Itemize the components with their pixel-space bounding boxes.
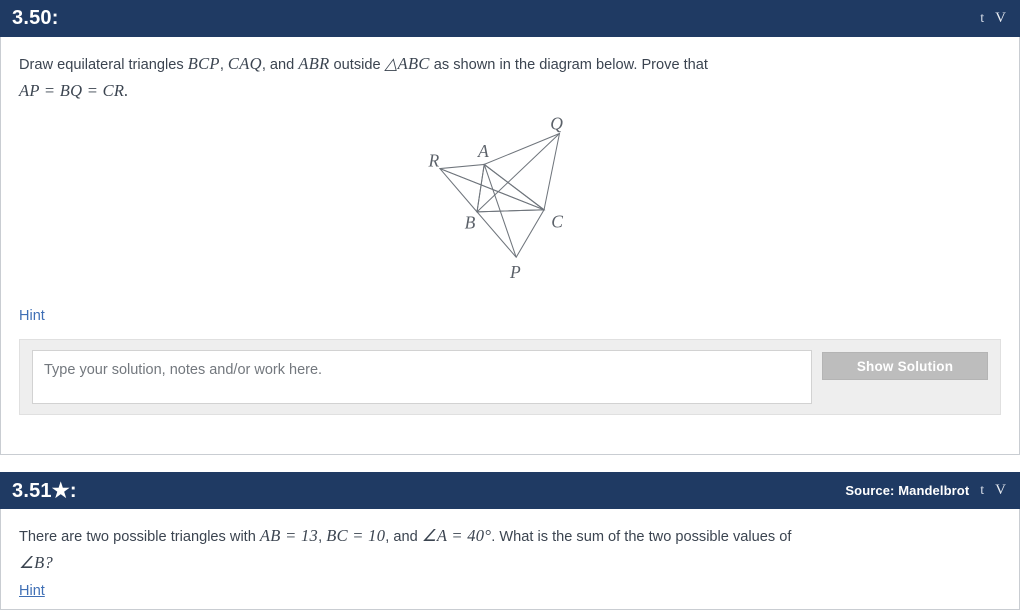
geometry-diagram-wrap: Q R A B C P <box>19 117 1001 282</box>
report-icon[interactable]: t <box>980 483 984 498</box>
problem-header-350: 3.50: t V <box>0 0 1020 37</box>
problem-card-350: 3.50: t V Draw equilateral triangles BCP… <box>0 0 1020 455</box>
problem-header-actions-351: Source: Mandelbrot t V <box>845 483 1006 499</box>
vertex-label-q: Q <box>550 117 563 133</box>
vertex-label-r: R <box>428 151 440 171</box>
vertex-label-p: P <box>509 262 521 282</box>
statement-text-part-1: Draw equilateral triangles <box>19 57 188 73</box>
statement351-part-1: There are two possible triangles with <box>19 529 260 545</box>
problem-header-351: 3.51★: Source: Mandelbrot t V <box>0 472 1020 509</box>
report-icon[interactable]: t <box>980 11 984 26</box>
solution-input-350[interactable] <box>32 350 812 404</box>
triangle-bcp-path <box>475 209 545 259</box>
source-label-351: Source: Mandelbrot <box>845 483 970 498</box>
problem-header-actions-350: t V <box>980 11 1006 26</box>
show-solution-button-350[interactable]: Show Solution <box>822 352 988 380</box>
math-abr: ABR <box>298 54 330 73</box>
segment-ac <box>483 164 545 211</box>
hint-link-351[interactable]: Hint <box>19 583 45 599</box>
statement-text-part-2: outside <box>329 57 385 73</box>
statement351-comma-1: , <box>318 529 327 545</box>
math-ab-13: AB = 13 <box>259 526 319 545</box>
problem-statement-350: Draw equilateral triangles BCP, CAQ, and… <box>19 51 1001 105</box>
problem-list-page: 3.50: t V Draw equilateral triangles BCP… <box>0 0 1020 610</box>
math-angle-a-40: ∠A = 40° <box>421 526 492 545</box>
problem-number-350: 3.50: <box>12 7 59 29</box>
geometry-diagram: Q R A B C P <box>428 117 564 282</box>
bookmark-icon[interactable]: V <box>995 483 1006 498</box>
statement351-part-2: . What is the sum of the two possible va… <box>491 529 792 545</box>
statement-text-part-3: as shown in the diagram below. Prove tha… <box>429 57 708 73</box>
math-caq: CAQ <box>227 54 262 73</box>
problem-statement-351: There are two possible triangles with AB… <box>19 523 1001 577</box>
math-bcp: BCP <box>187 54 220 73</box>
hint-link-350[interactable]: Hint <box>19 308 45 324</box>
segment-rc <box>439 168 545 211</box>
statement-comma-2: , and <box>261 57 299 73</box>
bookmark-icon[interactable]: V <box>995 11 1006 26</box>
math-angle-b: ∠B? <box>19 553 54 572</box>
math-triangle-abc: △ABC <box>384 54 430 73</box>
problem-card-351: 3.51★: Source: Mandelbrot t V There are … <box>0 472 1020 610</box>
problem-body-351: There are two possible triangles with AB… <box>0 509 1020 610</box>
math-bc-10: BC = 10 <box>326 526 386 545</box>
statement351-comma-2: , and <box>385 529 422 545</box>
problem-number-351: 3.51★: <box>12 480 77 502</box>
vertex-label-b: B <box>465 212 476 232</box>
statement-comma-1: , <box>219 57 228 73</box>
vertex-label-c: C <box>551 211 563 231</box>
solution-area-350: Show Solution <box>19 339 1001 415</box>
math-conclusion: AP = BQ = CR. <box>19 81 129 100</box>
vertex-label-a: A <box>477 141 489 161</box>
problem-body-350: Draw equilateral triangles BCP, CAQ, and… <box>0 37 1020 455</box>
